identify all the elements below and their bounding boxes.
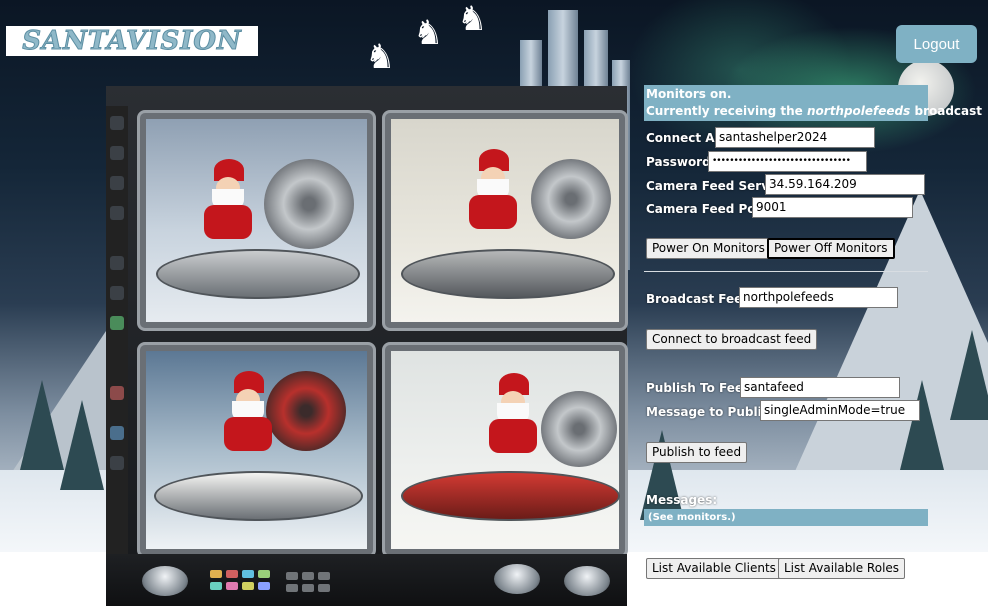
santa-figure <box>481 373 541 453</box>
reindeer-sleigh-silhouette: ♞ ♞ ♞ <box>335 0 505 90</box>
password-label: Password: <box>646 155 716 169</box>
monitor-screen-4 <box>382 342 628 558</box>
control-console <box>106 554 627 606</box>
status-feed-name: northpolefeeds <box>806 104 911 118</box>
santa-figure <box>196 159 256 239</box>
list-clients-button[interactable]: List Available Clients <box>646 558 782 579</box>
message-to-publish-input[interactable]: singleAdminMode=true <box>760 400 920 421</box>
list-roles-button[interactable]: List Available Roles <box>778 558 906 579</box>
reindeer-icon: ♞ <box>457 0 488 39</box>
monitor-screen-1 <box>137 110 376 331</box>
pine-tree <box>60 400 104 490</box>
broadcast-feed-input[interactable]: northpolefeeds <box>739 287 898 308</box>
messages-text: (See monitors.) <box>648 512 736 523</box>
monitor-screen-3 <box>137 342 376 558</box>
connect-broadcast-button[interactable]: Connect to broadcast feed <box>646 329 818 350</box>
password-input[interactable]: •••••••••••••••••••••••••••••••• <box>708 151 867 172</box>
messages-label: Messages: <box>646 493 718 507</box>
monitor-screen-2 <box>382 110 628 331</box>
logout-button[interactable]: Logout <box>896 25 977 63</box>
monitor-side-controls <box>106 106 128 556</box>
monitor-status-banner: Monitors on. Currently receiving the nor… <box>644 85 982 121</box>
messages-output: (See monitors.) <box>644 509 928 526</box>
santa-figure <box>461 149 521 229</box>
section-divider <box>644 271 928 272</box>
reindeer-icon: ♞ <box>413 13 444 53</box>
console-knob <box>564 566 610 596</box>
camera-feed-port-input[interactable]: 9001 <box>752 197 913 218</box>
fan <box>541 391 617 467</box>
hovercraft <box>156 249 360 299</box>
publish-to-feed-button[interactable]: Publish to feed <box>646 442 748 463</box>
hovercraft <box>401 249 615 299</box>
publish-feed-input[interactable]: santafeed <box>740 377 900 398</box>
monitor-wall <box>106 86 628 606</box>
status-line-2: Currently receiving the northpolefeeds b… <box>646 104 983 118</box>
fan <box>531 159 611 239</box>
fan <box>264 159 354 249</box>
camera-feed-server-input[interactable]: 34.59.164.209 <box>765 174 925 195</box>
power-off-monitors-button[interactable]: Power Off Monitors <box>767 238 895 259</box>
pine-tree <box>20 380 64 470</box>
console-knob <box>494 564 540 594</box>
logo-text: SANTAVISION <box>22 26 242 57</box>
connect-as-input[interactable]: santashelper2024 <box>715 127 875 148</box>
pine-tree <box>950 330 988 420</box>
fan <box>266 371 346 451</box>
console-knob <box>142 566 188 596</box>
santa-figure <box>216 371 276 451</box>
hovercraft <box>401 471 620 521</box>
status-line-1: Monitors on. <box>646 87 732 101</box>
santavision-logo: SANTAVISION <box>6 26 258 57</box>
pine-tree <box>900 380 944 470</box>
power-on-monitors-button[interactable]: Power On Monitors <box>646 238 771 259</box>
reindeer-icon: ♞ <box>365 37 396 77</box>
hovercraft <box>154 471 363 521</box>
